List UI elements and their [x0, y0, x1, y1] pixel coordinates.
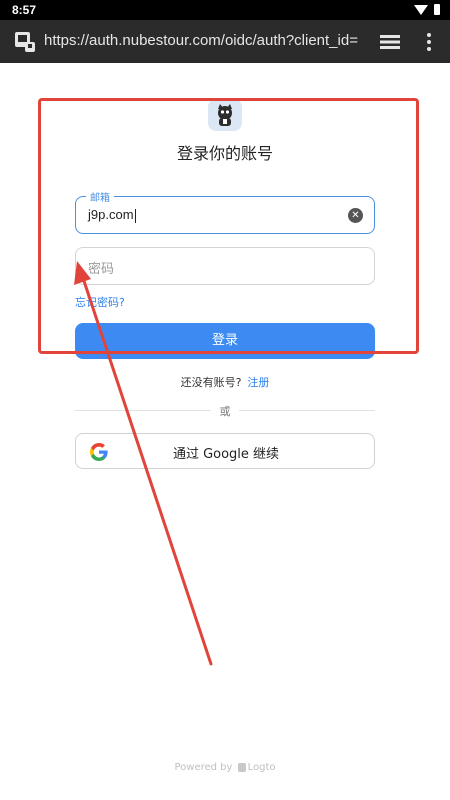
site-settings-icon[interactable]	[14, 31, 36, 53]
brand-name: Logto	[247, 762, 276, 773]
browser-toolbar: https://auth.nubestour.com/oidc/auth?cli…	[0, 20, 450, 63]
more-menu-icon[interactable]	[426, 32, 432, 52]
annotation-box	[38, 98, 419, 354]
status-bar: 8:57	[0, 0, 450, 20]
signup-link[interactable]: 注册	[247, 376, 269, 389]
status-time: 8:57	[12, 3, 37, 17]
powered-by-footer: Powered by Logto	[0, 762, 450, 773]
status-icons	[414, 4, 440, 15]
google-signin-button[interactable]: 通过 Google 继续	[75, 433, 375, 469]
tabs-icon[interactable]	[380, 34, 400, 50]
divider-text: 或	[219, 405, 231, 418]
signup-row: 还没有账号? 注册	[0, 374, 450, 390]
google-button-label: 通过 Google 继续	[172, 447, 280, 462]
battery-icon	[434, 4, 440, 15]
powered-by-text: Powered by	[174, 762, 233, 773]
divider-line-right	[239, 410, 375, 411]
wifi-icon	[414, 4, 428, 15]
or-divider: 或	[75, 403, 375, 418]
url-bar[interactable]: https://auth.nubestour.com/oidc/auth?cli…	[44, 32, 362, 49]
logto-logo-icon	[237, 762, 246, 772]
no-account-text: 还没有账号?	[180, 376, 242, 389]
